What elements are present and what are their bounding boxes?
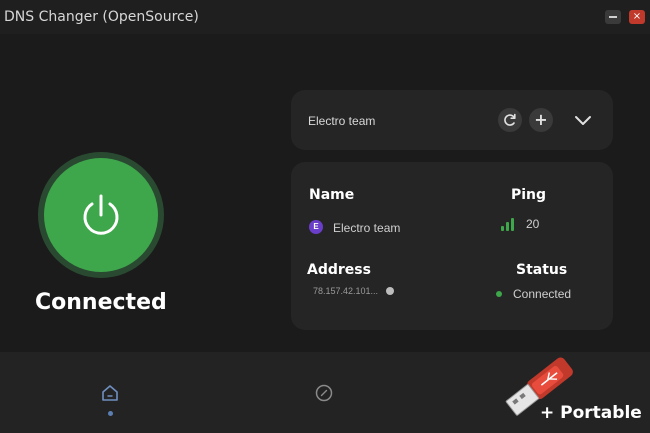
address-header: Address <box>307 262 371 278</box>
ping-header: Ping <box>511 187 547 203</box>
minimize-button[interactable] <box>605 10 621 24</box>
chevron-down-icon[interactable] <box>571 108 595 132</box>
active-tab-indicator <box>108 411 113 416</box>
server-info-card: Name Ping E Electro team 20 Address Stat… <box>291 162 613 330</box>
power-icon <box>83 194 119 235</box>
title-bar: DNS Changer (OpenSource) × <box>0 0 650 34</box>
close-button[interactable]: × <box>629 10 645 24</box>
status-value: Connected <box>513 287 572 301</box>
ping-value: 20 <box>526 217 540 231</box>
power-button[interactable] <box>44 158 158 272</box>
status-dot <box>496 291 502 297</box>
refresh-icon <box>504 113 516 126</box>
connection-status-label: Connected <box>35 290 167 315</box>
refresh-button[interactable] <box>498 108 522 132</box>
signal-icon <box>501 217 515 231</box>
add-dns-button[interactable]: + <box>529 108 553 132</box>
status-header: Status <box>516 262 568 278</box>
portable-watermark: + Portable <box>540 403 642 423</box>
window-title: DNS Changer (OpenSource) <box>4 9 199 25</box>
name-header: Name <box>309 187 355 203</box>
selected-dns-label: Electro team <box>308 114 376 128</box>
home-icon[interactable] <box>99 382 121 404</box>
copy-icon[interactable] <box>386 287 394 295</box>
dns-selector[interactable]: Electro team + <box>291 90 613 150</box>
address-value: 78.157.42.101... <box>313 286 379 296</box>
server-name-value: Electro team <box>333 221 401 235</box>
server-logo-icon: E <box>309 220 323 234</box>
power-ring <box>38 152 164 278</box>
compass-icon[interactable] <box>314 383 334 403</box>
